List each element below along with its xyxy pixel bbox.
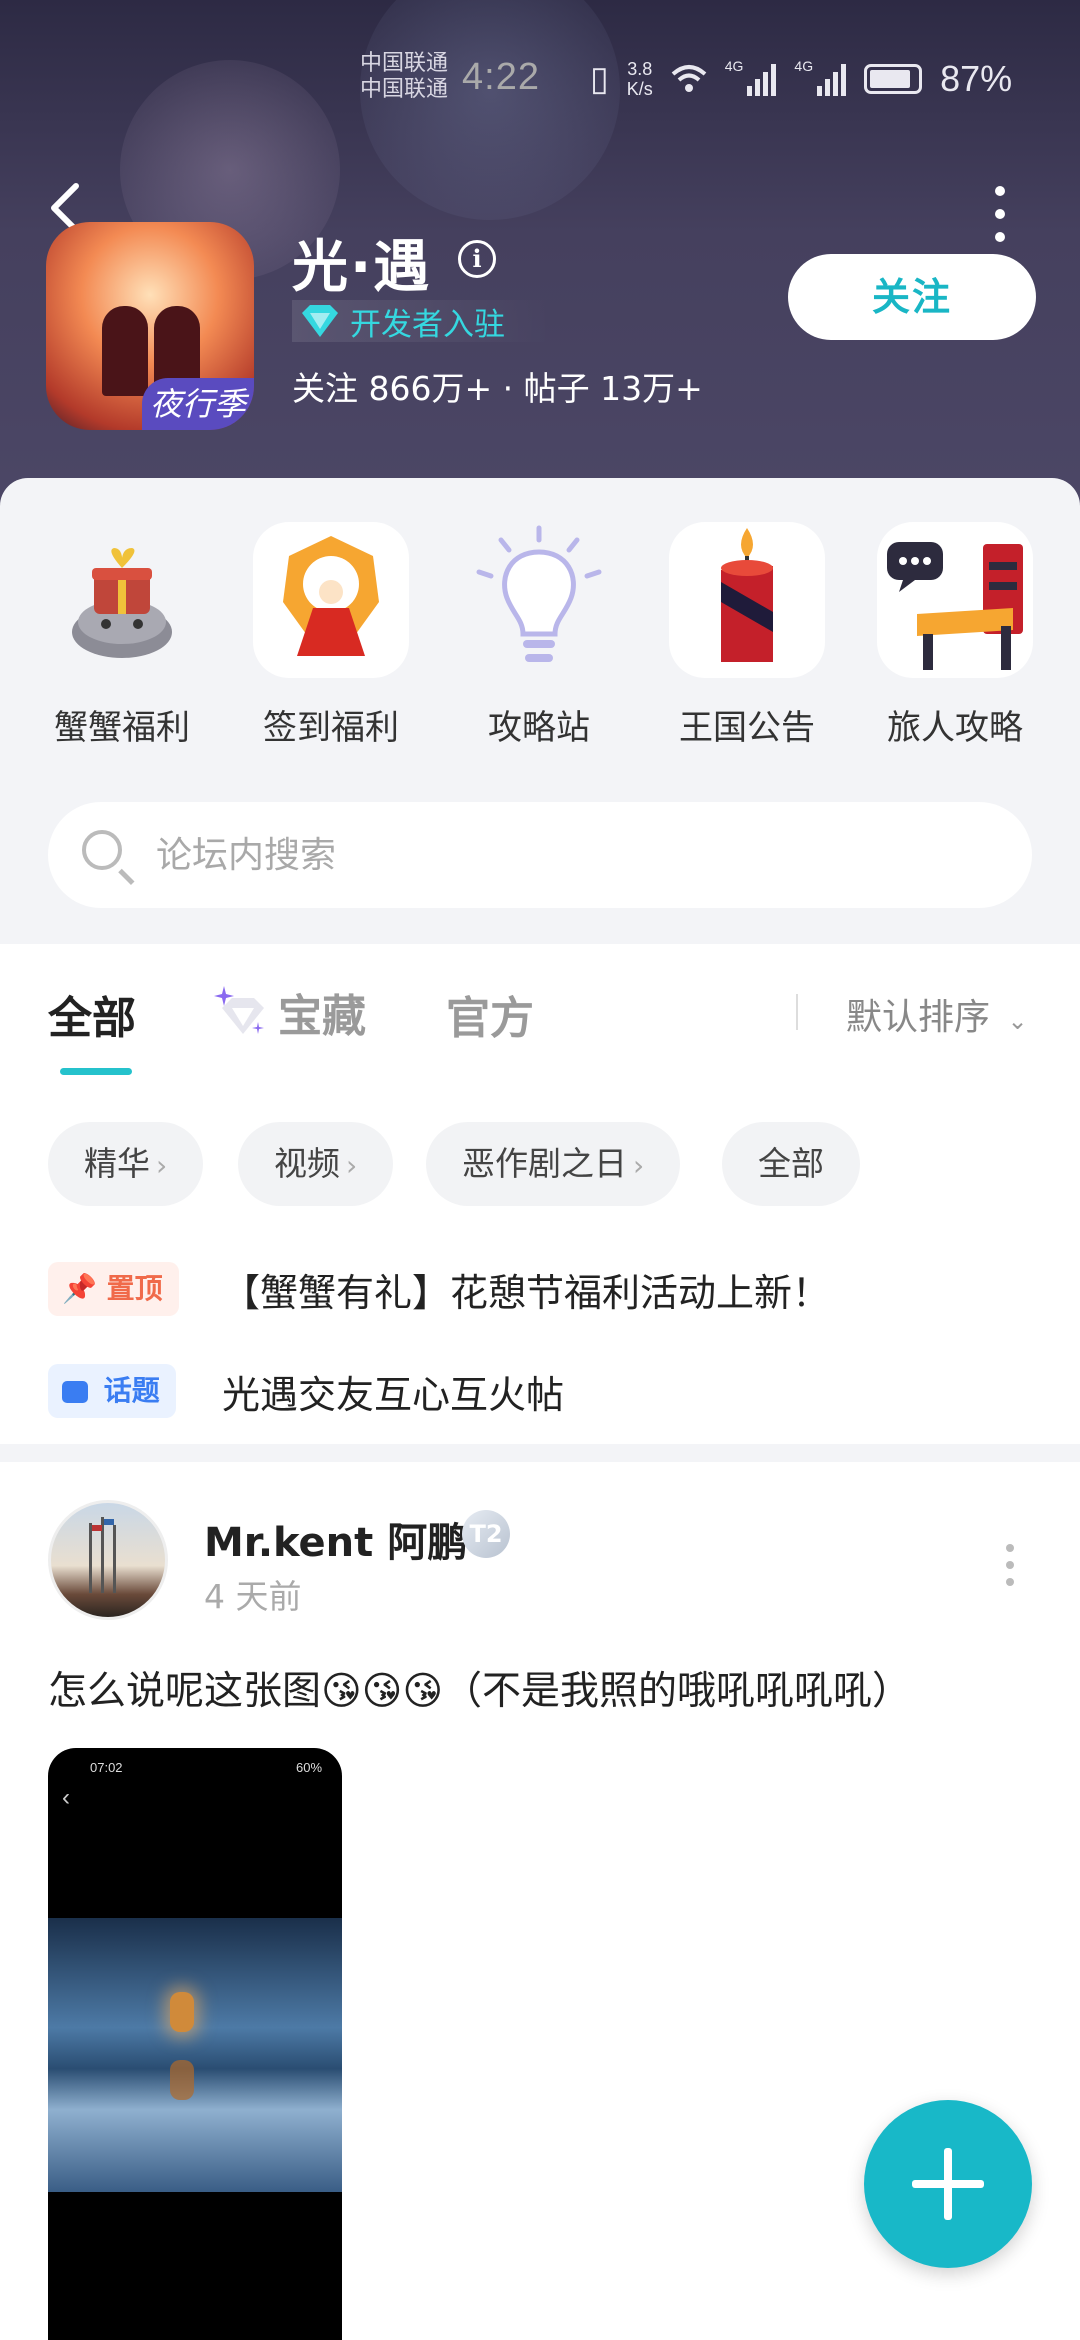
sort-dropdown[interactable]: 默认排序 ⌄ [846,988,1028,1040]
forum-stats: 关注 866万+ · 帖子 13万+ [292,369,703,408]
shortcut-traveler-guide[interactable]: 旅人攻略 [875,522,1035,749]
search-icon [82,830,122,870]
sign-in-icon [253,522,409,678]
carrier-label: 中国联通 中国联通 [360,50,448,102]
post-time: 4 天前 [204,1577,302,1616]
post-image[interactable]: 07:02 60% ‹ [48,1748,342,2340]
post-username[interactable]: Mr.kent 阿鹏 [204,1510,467,1568]
chevron-right-icon: › [156,1149,168,1182]
chip-label: 全部 [758,1144,824,1183]
carrier-2: 中国联通 [360,76,449,101]
carrier-1: 中国联通 [360,50,449,75]
avatar[interactable] [48,1500,168,1620]
candle-icon [669,522,825,678]
chat-bubble-icon [62,1381,88,1403]
pinned-label: 置顶 [106,1272,163,1305]
lightbulb-icon [461,522,617,678]
tab-official[interactable]: 官方 [446,982,534,1046]
game-scene [48,1918,342,2192]
shortcut-kingdom-notice[interactable]: 王国公告 [667,522,827,749]
follow-button[interactable]: 关注 [788,254,1036,340]
topic-post-title[interactable]: 光遇交友互心互火帖 [222,1364,564,1419]
status-bar: 中国联通 中国联通 4:22 ▯ 3.8 K/s 4G 4G 87% [0,48,1080,108]
shortcut-guide-site[interactable]: 攻略站 [459,522,619,749]
battery-percent: 87% [940,58,1013,99]
chip-label: 恶作剧之日 [462,1144,627,1183]
tab-treasure[interactable]: 宝藏 [214,980,366,1044]
topic-label: 话题 [103,1374,160,1407]
chip-label: 视频 [274,1144,340,1183]
create-post-button[interactable] [864,2100,1032,2268]
shortcut-sign-in[interactable]: 签到福利 [251,522,411,749]
status-icons: ▯ 3.8 K/s 4G 4G 87% [590,58,1012,100]
image-time: 07:02 [90,1760,123,1775]
section-divider [0,1444,1080,1462]
net-speed-unit: K/s [626,79,653,99]
network-type-1: 4G [724,58,744,74]
character-reflection [170,2060,194,2100]
character-figure [102,306,148,396]
background-art [360,0,620,220]
forum-app-icon: 夜行季 [46,222,254,430]
shortcut-crab-welfare[interactable]: 蟹蟹福利 [42,522,202,749]
shortcut-label: 王国公告 [679,708,815,748]
diamond-icon [302,305,338,337]
gem-icon [214,986,264,1034]
image-back-icon: ‹ [62,1784,70,1811]
chip-featured[interactable]: 精华 › [48,1122,204,1206]
post-content[interactable]: 怎么说呢这张图😘😘😘（不是我照的哦吼吼吼吼） [48,1660,911,1716]
season-badge: 夜行季 [142,378,254,430]
clock: 4:22 [462,56,540,98]
chip-prank-day[interactable]: 恶作剧之日 › [426,1122,681,1206]
more-icon[interactable] [990,186,1010,242]
character-figure [170,1992,194,2032]
developer-label: 开发者入驻 [350,306,505,343]
tab-divider [796,994,798,1030]
developer-badge[interactable]: 开发者入驻 [292,300,552,343]
network-type-2: 4G [794,58,814,74]
user-level-badge: T2 [462,1510,510,1558]
shortcut-label: 攻略站 [488,708,590,748]
chip-video[interactable]: 视频 › [238,1122,394,1206]
shortcut-label: 蟹蟹福利 [54,708,190,748]
signal-icon [817,62,847,96]
info-icon[interactable]: i [458,240,496,278]
tab-treasure-label: 宝藏 [278,991,366,1042]
wifi-icon [671,65,707,92]
gift-crab-icon [44,522,200,678]
chip-label: 精华 [84,1144,150,1183]
chair-icon [877,522,1033,678]
forum-search[interactable] [48,802,1032,908]
battery-icon [864,64,923,94]
forum-title: 光·遇 [292,235,432,300]
tab-all[interactable]: 全部 [48,982,136,1046]
signal-icon [747,62,777,96]
shortcut-label: 签到福利 [263,708,399,748]
chevron-down-icon: ⌄ [1007,1007,1028,1035]
active-tab-indicator [60,1068,132,1075]
chip-all[interactable]: 全部 [722,1122,860,1206]
post-more-icon[interactable] [1004,1544,1016,1595]
pinned-post-title[interactable]: 【蟹蟹有礼】花憩节福利活动上新！ [222,1262,830,1317]
search-input[interactable] [156,802,996,908]
topic-badge: 话题 [48,1364,176,1418]
image-status-bar: 07:02 60% ‹ [48,1748,342,1811]
net-speed: 3.8 K/s [627,59,653,99]
pin-icon: 📌 [62,1272,97,1305]
chevron-right-icon: › [346,1149,358,1182]
sort-label: 默认排序 [846,997,991,1038]
pinned-badge: 📌 置顶 [48,1262,179,1316]
net-speed-value: 3.8 [627,59,653,79]
image-battery: 60% [296,1760,323,1775]
vibrate-icon: ▯ [590,60,609,98]
shortcut-label: 旅人攻略 [887,708,1023,748]
chevron-right-icon: › [633,1149,645,1182]
